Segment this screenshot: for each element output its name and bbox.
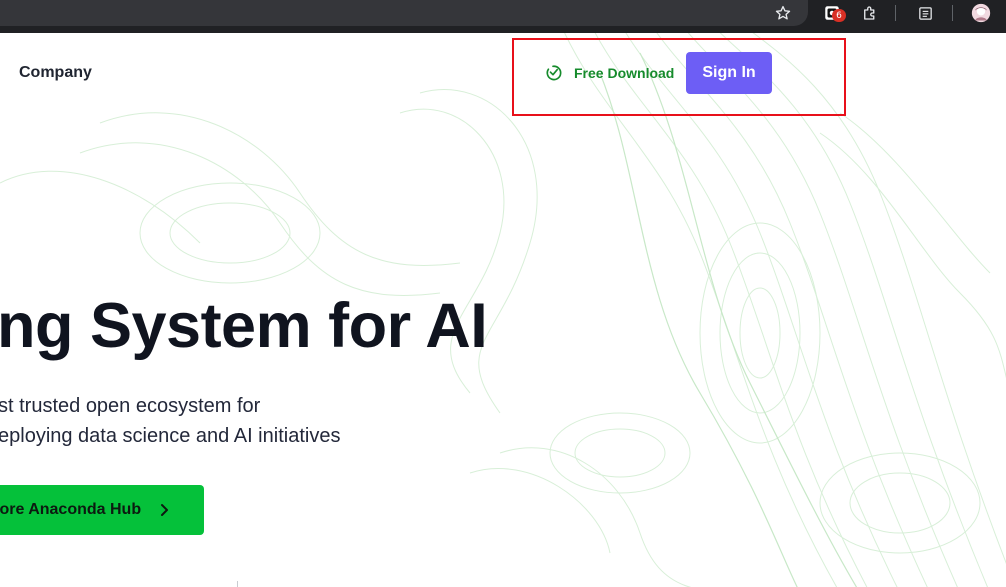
free-download-link[interactable]: Free Download — [543, 63, 674, 83]
cta-label: lore Anaconda Hub — [0, 501, 142, 518]
extension-badge: 6 — [832, 9, 846, 22]
hero-title: ng System for AI — [0, 291, 488, 361]
nav-company-link[interactable]: Company — [19, 64, 92, 82]
star-icon[interactable] — [772, 0, 794, 26]
sign-in-button[interactable]: Sign In — [686, 52, 772, 94]
free-download-label: Free Download — [574, 65, 675, 81]
toolbar-separator — [952, 5, 953, 21]
explore-anaconda-hub-button[interactable]: lore Anaconda Hub — [0, 485, 204, 535]
hero-subtitle-line-2: eploying data science and AI initiatives — [0, 425, 341, 447]
chevron-right-icon — [159, 503, 171, 517]
hero-subtitle-line-1: st trusted open ecosystem for — [0, 395, 261, 417]
address-bar-edge[interactable] — [0, 0, 808, 26]
browser-toolbar: 6 — [0, 0, 1006, 33]
hero-subtitle: st trusted open ecosystem for eploying d… — [0, 391, 340, 451]
toolbar-separator — [895, 5, 896, 21]
divider-tick — [237, 581, 238, 587]
profile-avatar[interactable] — [969, 0, 993, 26]
puzzle-icon[interactable] — [859, 0, 881, 26]
download-icon — [543, 63, 563, 83]
web-page: Company Free Download Sign In ng System … — [0, 33, 1006, 587]
reading-list-icon[interactable] — [914, 0, 936, 26]
